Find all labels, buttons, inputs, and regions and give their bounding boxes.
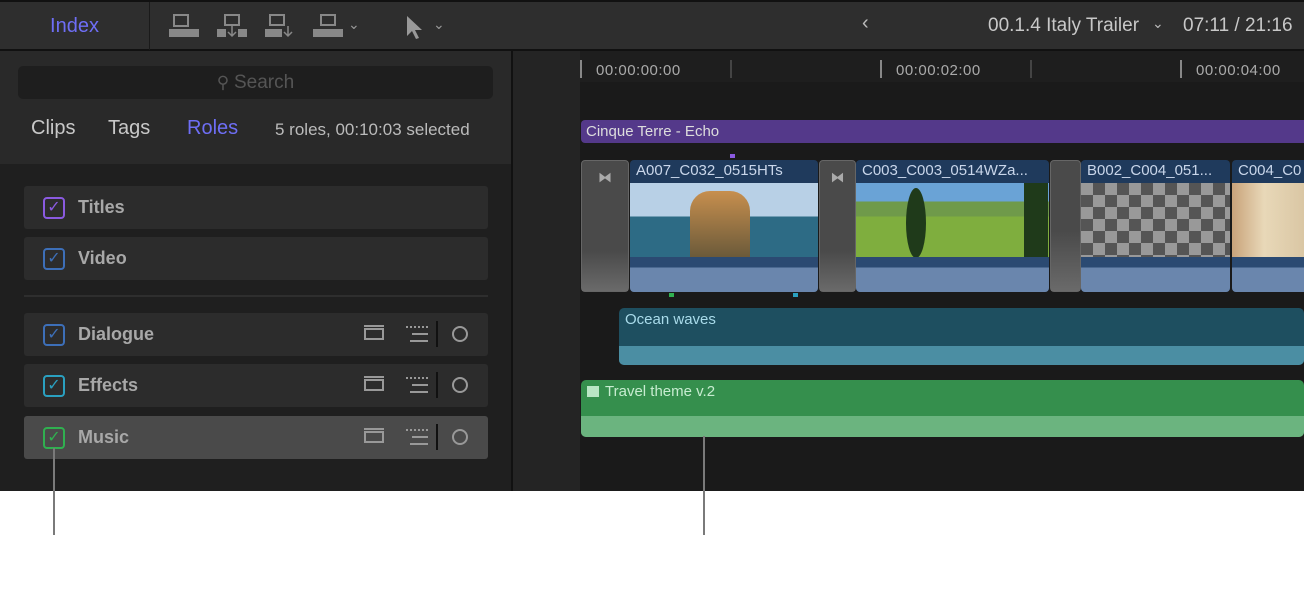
clip-name: C004_C0 bbox=[1238, 162, 1302, 179]
separator bbox=[24, 295, 488, 297]
audio-waveform bbox=[619, 333, 1304, 365]
clip-thumbnail bbox=[630, 183, 818, 257]
audio-waveform bbox=[856, 257, 1049, 292]
back-chevron-icon[interactable]: ‹ bbox=[862, 12, 869, 35]
search-field[interactable]: ⚲ Search bbox=[18, 66, 493, 99]
role-effects[interactable]: ✓ Effects bbox=[24, 364, 488, 407]
divider bbox=[436, 321, 438, 347]
title-clip[interactable]: Cinque Terre - Echo bbox=[581, 120, 1304, 143]
focus-role-icon[interactable] bbox=[452, 377, 468, 393]
clip-name: A007_C032_0515HTs bbox=[636, 162, 783, 179]
search-icon: ⚲ bbox=[216, 73, 234, 92]
divider bbox=[436, 424, 438, 450]
show-lanes-icon[interactable] bbox=[364, 428, 384, 443]
project-name[interactable]: 00.1.4 Italy Trailer bbox=[988, 15, 1139, 37]
index-button[interactable]: Index bbox=[0, 2, 150, 50]
role-music[interactable]: ✓ Music bbox=[24, 416, 488, 459]
marker bbox=[730, 154, 735, 158]
audio-clip-ocean-waves[interactable]: Ocean waves bbox=[619, 308, 1304, 365]
video-clip[interactable]: A007_C032_0515HTs bbox=[630, 160, 818, 292]
transition[interactable]: ⧓ bbox=[581, 160, 629, 292]
focus-role-icon[interactable] bbox=[452, 429, 468, 445]
subroles-icon[interactable] bbox=[406, 326, 428, 342]
ruler-label: 00:00:00:00 bbox=[596, 62, 681, 79]
audio-clip-travel-theme[interactable]: Travel theme v.2 bbox=[581, 380, 1304, 437]
checkbox-effects[interactable]: ✓ bbox=[43, 375, 65, 397]
toolbar: Index ⌄ ⌄ ‹ 00.1.4 Italy Trailer ⌄ 07:11… bbox=[0, 0, 1304, 51]
show-lanes-icon[interactable] bbox=[364, 325, 384, 340]
role-label: Music bbox=[78, 427, 130, 447]
append-clip-icon[interactable] bbox=[264, 14, 296, 38]
marker bbox=[793, 293, 798, 297]
video-clip[interactable]: C004_C0 bbox=[1232, 160, 1304, 292]
subroles-icon[interactable] bbox=[406, 377, 428, 393]
timeline-index-panel: ⚲ Search Clips Tags Roles 5 roles, 00:10… bbox=[0, 51, 511, 491]
project-chevron-icon[interactable]: ⌄ bbox=[1152, 15, 1164, 32]
focus-role-icon[interactable] bbox=[452, 326, 468, 342]
checkbox-titles[interactable]: ✓ bbox=[43, 197, 65, 219]
checkbox-music[interactable]: ✓ bbox=[43, 427, 65, 449]
role-label: Effects bbox=[78, 375, 139, 395]
tab-roles[interactable]: Roles bbox=[187, 117, 238, 140]
clip-name: Ocean waves bbox=[625, 311, 716, 328]
audio-waveform bbox=[1232, 257, 1304, 292]
search-placeholder: Search bbox=[233, 72, 295, 93]
callout-line-music-clip bbox=[703, 436, 705, 535]
connect-clip-icon[interactable] bbox=[168, 14, 200, 38]
subroles-icon[interactable] bbox=[406, 429, 428, 445]
clip-name: C003_C003_0514WZa... bbox=[862, 162, 1028, 179]
transition-icon: ⧓ bbox=[830, 169, 845, 185]
clip-thumbnail bbox=[856, 183, 1049, 258]
clip-thumbnail bbox=[1232, 183, 1304, 257]
edit-options-chevron-icon[interactable]: ⌄ bbox=[348, 16, 360, 33]
insert-clip-icon[interactable] bbox=[216, 14, 248, 38]
callout-line-checkbox bbox=[53, 448, 55, 535]
compound-clip-icon bbox=[587, 386, 599, 397]
clip-name: Travel theme v.2 bbox=[605, 383, 716, 400]
timeline-gutter bbox=[513, 51, 580, 491]
transition-icon: ⧓ bbox=[598, 169, 612, 185]
role-label: Dialogue bbox=[78, 324, 155, 344]
selection-status: 5 roles, 00:10:03 selected bbox=[275, 120, 470, 139]
audio-waveform bbox=[630, 257, 818, 292]
marker bbox=[669, 293, 674, 297]
tab-tags[interactable]: Tags bbox=[108, 117, 150, 140]
ruler-label: 00:00:04:00 bbox=[1196, 62, 1281, 79]
clip-thumbnail bbox=[1081, 183, 1230, 257]
role-video[interactable]: ✓ Video bbox=[24, 237, 488, 280]
video-clip[interactable]: C003_C003_0514WZa... bbox=[856, 160, 1049, 292]
index-header: ⚲ Search Clips Tags Roles 5 roles, 00:10… bbox=[0, 51, 511, 164]
audio-waveform bbox=[581, 407, 1304, 437]
checkbox-dialogue[interactable]: ✓ bbox=[43, 324, 65, 346]
checkbox-video[interactable]: ✓ bbox=[43, 248, 65, 270]
show-lanes-icon[interactable] bbox=[364, 376, 384, 391]
role-label: Titles bbox=[78, 197, 125, 217]
final-cut-window: Index ⌄ ⌄ ‹ 00.1.4 Italy Trailer ⌄ 07:11… bbox=[0, 0, 1304, 491]
role-dialogue[interactable]: ✓ Dialogue bbox=[24, 313, 488, 356]
transition[interactable]: ⧓ bbox=[819, 160, 856, 292]
timeline[interactable]: 00:00:00:00 00:00:02:00 00:00:04:00 Cinq… bbox=[513, 51, 1304, 491]
video-clip[interactable]: B002_C004_051... bbox=[1081, 160, 1230, 292]
select-tool-arrow-icon[interactable] bbox=[404, 14, 424, 40]
audio-waveform bbox=[1081, 257, 1230, 292]
clip-name: B002_C004_051... bbox=[1087, 162, 1213, 179]
divider bbox=[436, 372, 438, 398]
timeline-ruler[interactable]: 00:00:00:00 00:00:02:00 00:00:04:00 bbox=[580, 51, 1304, 82]
ruler-label: 00:00:02:00 bbox=[896, 62, 981, 79]
transition[interactable] bbox=[1050, 160, 1081, 292]
tool-chevron-icon[interactable]: ⌄ bbox=[433, 16, 445, 33]
role-label: Video bbox=[78, 248, 127, 268]
tab-clips[interactable]: Clips bbox=[31, 117, 75, 140]
role-titles[interactable]: ✓ Titles bbox=[24, 186, 488, 229]
timecode-display: 07:11 / 21:16 bbox=[1183, 15, 1293, 36]
overwrite-clip-icon[interactable] bbox=[312, 14, 344, 38]
